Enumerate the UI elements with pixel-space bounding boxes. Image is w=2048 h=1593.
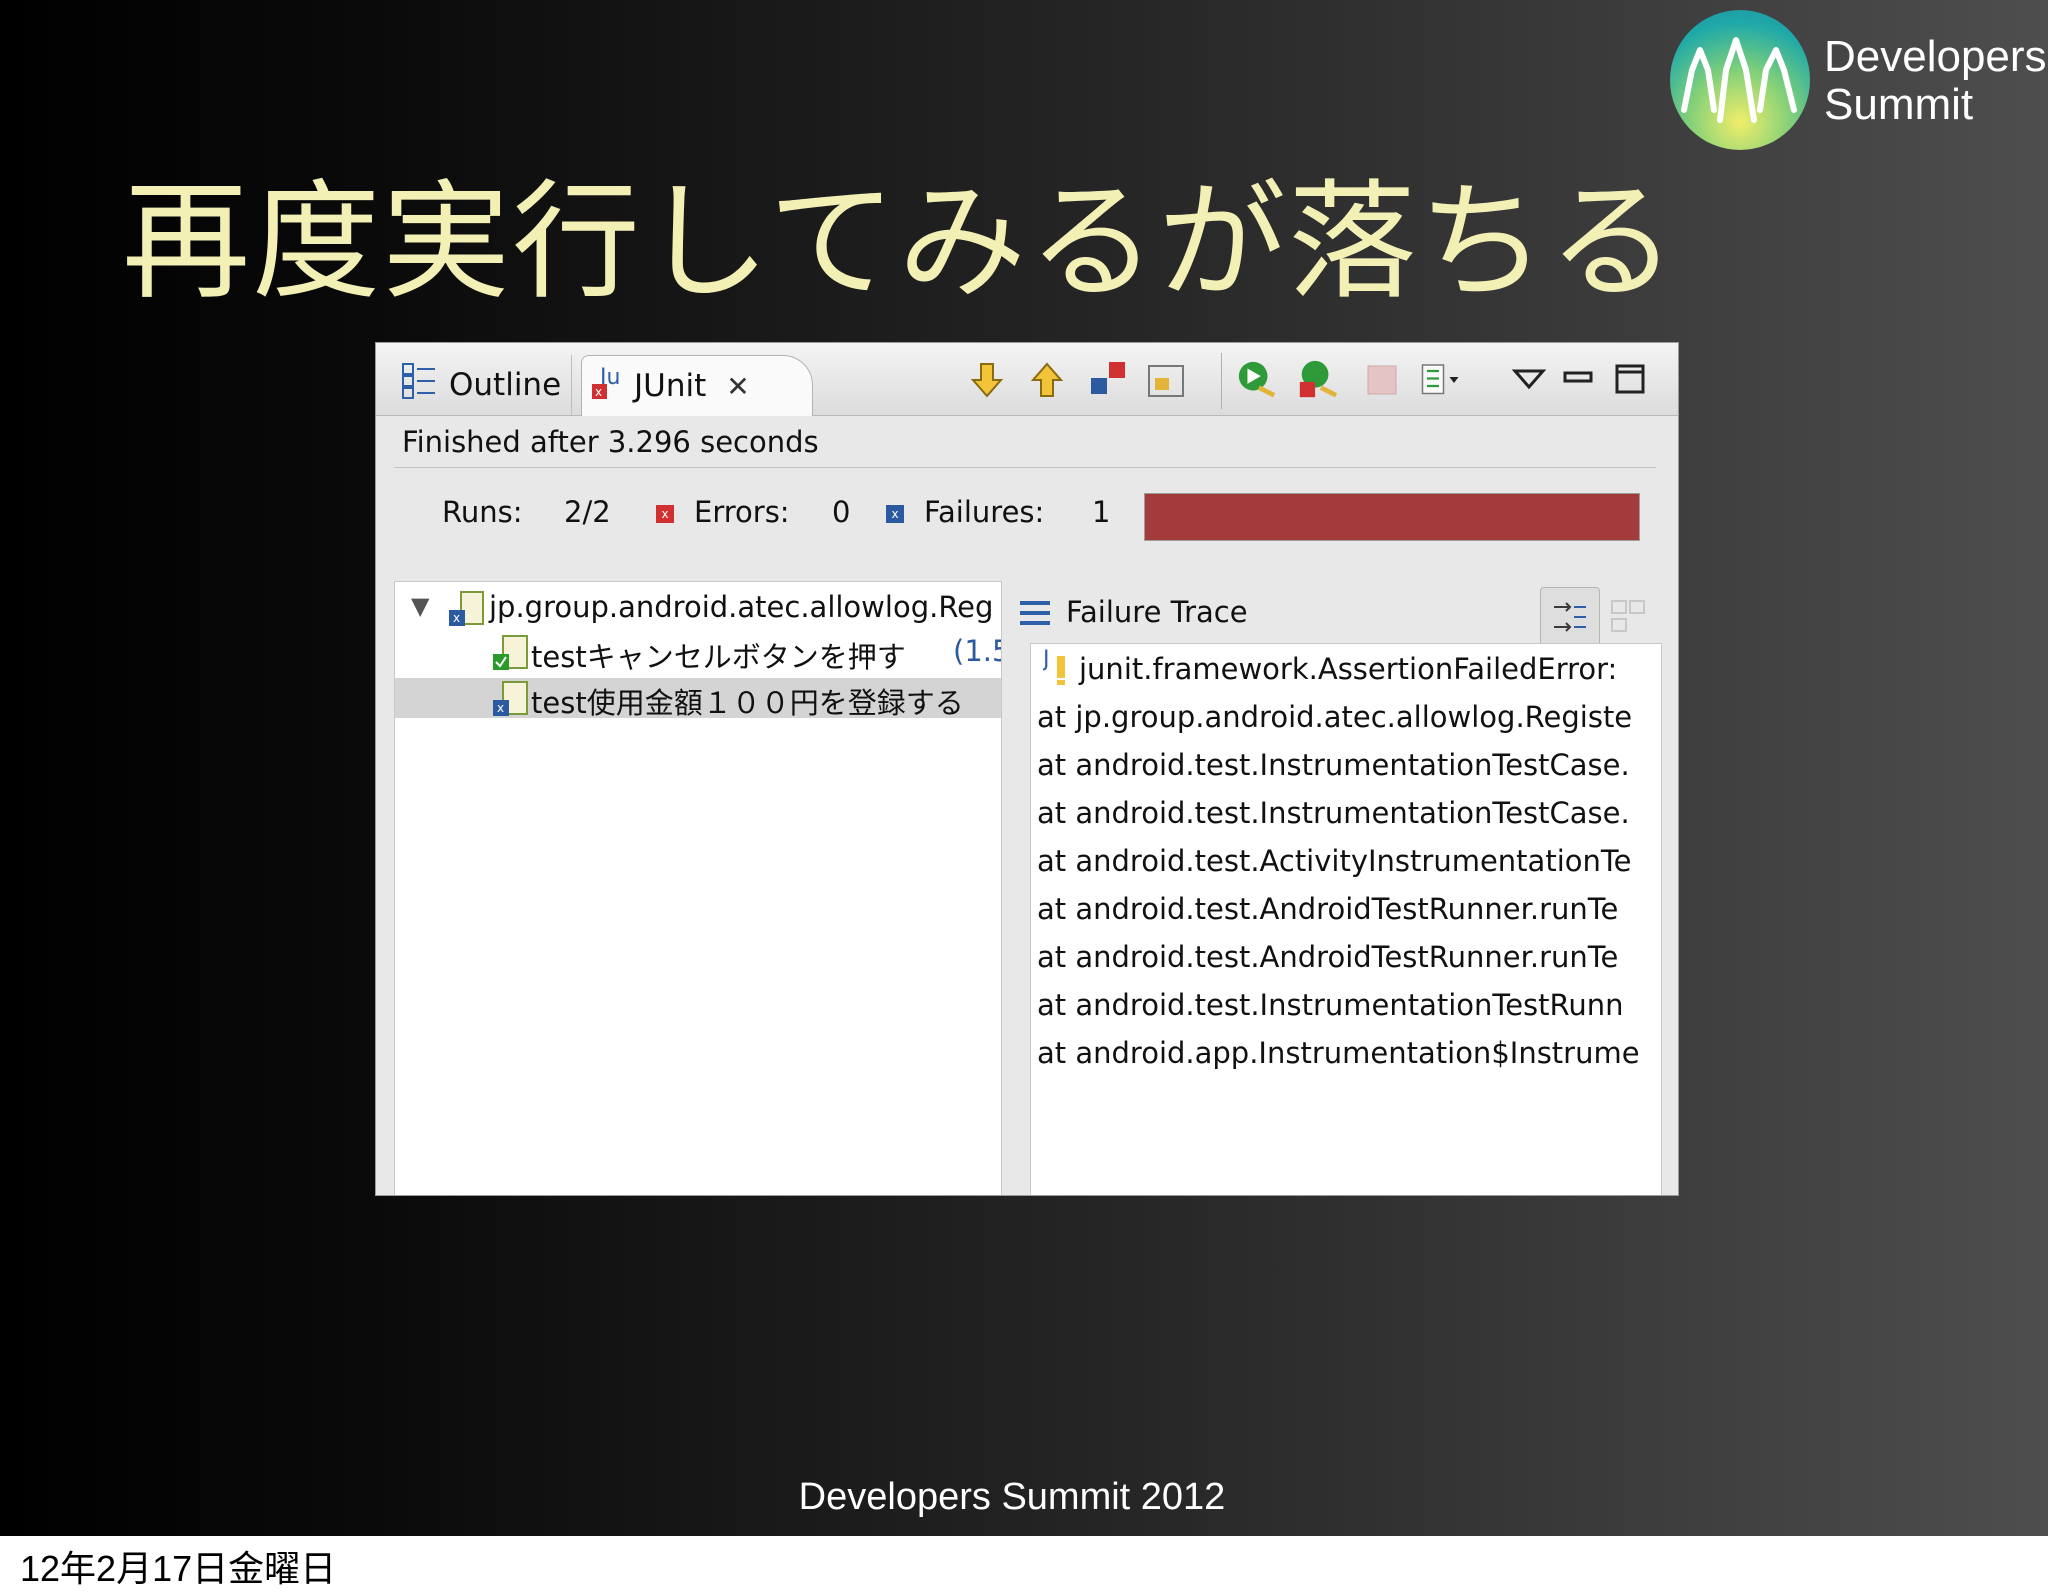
slide-title: 再度実行してみるが落ちる [122, 168, 1679, 317]
test-run-history-icon[interactable] [1421, 359, 1463, 401]
tree-suite-row[interactable]: ▼ x jp.group.android.atec.allowlog.Reg [395, 588, 1001, 628]
test-time: (1.5 [953, 634, 1001, 668]
expand-triangle-icon[interactable]: ▼ [411, 592, 429, 620]
outline-icon [401, 362, 437, 408]
minimize-icon[interactable] [1558, 359, 1600, 401]
svg-text:x: x [497, 701, 504, 715]
test-progress-fill [1145, 494, 1639, 540]
junit-failure-icon: Ju x [590, 362, 630, 410]
trace-line[interactable]: at android.test.InstrumentationTestRunn [1037, 988, 1624, 1022]
trace-line[interactable]: at android.test.AndroidTestRunner.runTe [1037, 892, 1618, 926]
tab-junit-label: JUnit [634, 368, 707, 404]
junit-view-panel: Outline Ju x JUnit ✕ Finished after 3.29… [375, 342, 1679, 1196]
tree-test-row-selected[interactable]: x test使用金額１００円を登録する [395, 678, 1001, 718]
maximize-icon[interactable] [1610, 359, 1652, 401]
logo-word-developers: Developers [1824, 32, 2047, 81]
trace-line[interactable]: junit.framework.AssertionFailedError: [1079, 652, 1617, 686]
trace-line[interactable]: at android.app.Instrumentation$Instrume [1037, 1036, 1640, 1070]
svg-text:x: x [453, 611, 460, 625]
suite-name: jp.group.android.atec.allowlog.Reg [489, 590, 994, 624]
logo-emblem-icon [1670, 10, 1810, 150]
tab-outline[interactable]: Outline [401, 355, 572, 415]
close-icon[interactable]: ✕ [726, 370, 749, 403]
test-tree[interactable]: ▼ x jp.group.android.atec.allowlog.Reg t… [394, 581, 1002, 1195]
view-menu-icon[interactable] [1508, 359, 1550, 401]
next-failure-icon[interactable] [966, 359, 1008, 401]
trace-line[interactable]: at android.test.InstrumentationTestCase. [1037, 796, 1630, 830]
slide-footer: Developers Summit 2012 [798, 1476, 1226, 1518]
svg-text:x: x [595, 385, 602, 399]
developers-summit-logo: Developers Summit [1670, 10, 2047, 150]
runs-value: 2/2 [564, 495, 611, 529]
show-failures-only-icon[interactable] [1088, 359, 1130, 401]
view-tab-bar: Outline Ju x JUnit ✕ [376, 343, 1678, 416]
failure-trace-header: Failure Trace [1010, 581, 1660, 647]
failure-icon: x [886, 505, 904, 523]
slide: 再度実行してみるが落ちる Developers Summit Outline J… [0, 0, 2048, 1536]
errors-value: 0 [832, 495, 851, 529]
test-failed-icon: x [491, 678, 531, 718]
rerun-failed-first-icon[interactable] [1296, 359, 1338, 401]
stack-trace-icon [1018, 599, 1052, 633]
scroll-lock-icon[interactable] [1146, 359, 1188, 401]
runs-label: Runs: [442, 495, 523, 529]
assertion-failure-icon: J [1041, 646, 1077, 690]
test-name: test使用金額１００円を登録する [531, 686, 964, 718]
previous-failure-icon[interactable] [1026, 359, 1068, 401]
rerun-test-icon[interactable] [1236, 359, 1278, 401]
failures-label: Failures: [924, 495, 1045, 529]
test-name: testキャンセルボタンを押す [531, 640, 906, 672]
failure-trace-title: Failure Trace [1066, 595, 1248, 629]
filter-stack-trace-button[interactable] [1540, 587, 1600, 647]
test-passed-icon [491, 632, 531, 672]
error-icon: x [656, 505, 674, 523]
test-progress-bar [1144, 493, 1640, 541]
divider [394, 467, 1656, 468]
svg-text:J: J [1043, 647, 1050, 672]
trace-line[interactable]: at android.test.ActivityInstrumentationT… [1037, 844, 1632, 878]
tree-test-row[interactable]: testキャンセルボタンを押す (1.5 [395, 632, 1001, 672]
tab-junit[interactable]: Ju x JUnit ✕ [581, 355, 813, 416]
suite-failure-icon: x [447, 588, 487, 628]
stop-icon[interactable] [1361, 359, 1403, 401]
tab-outline-label: Outline [449, 367, 562, 403]
compare-result-icon[interactable] [1610, 597, 1650, 641]
trace-line[interactable]: at android.test.AndroidTestRunner.runTe [1037, 940, 1618, 974]
toolbar-separator [1221, 353, 1222, 409]
failures-value: 1 [1092, 495, 1111, 529]
slide-date: 12年2月17日金曜日 [20, 1548, 337, 1589]
errors-label: Errors: [694, 495, 790, 529]
trace-line[interactable]: at jp.group.android.atec.allowlog.Regist… [1037, 700, 1632, 734]
failure-trace-list[interactable]: J junit.framework.AssertionFailedError: … [1030, 643, 1662, 1195]
trace-line[interactable]: at android.test.InstrumentationTestCase. [1037, 748, 1630, 782]
run-status-message: Finished after 3.296 seconds [402, 425, 819, 459]
logo-word-summit: Summit [1824, 80, 1974, 129]
